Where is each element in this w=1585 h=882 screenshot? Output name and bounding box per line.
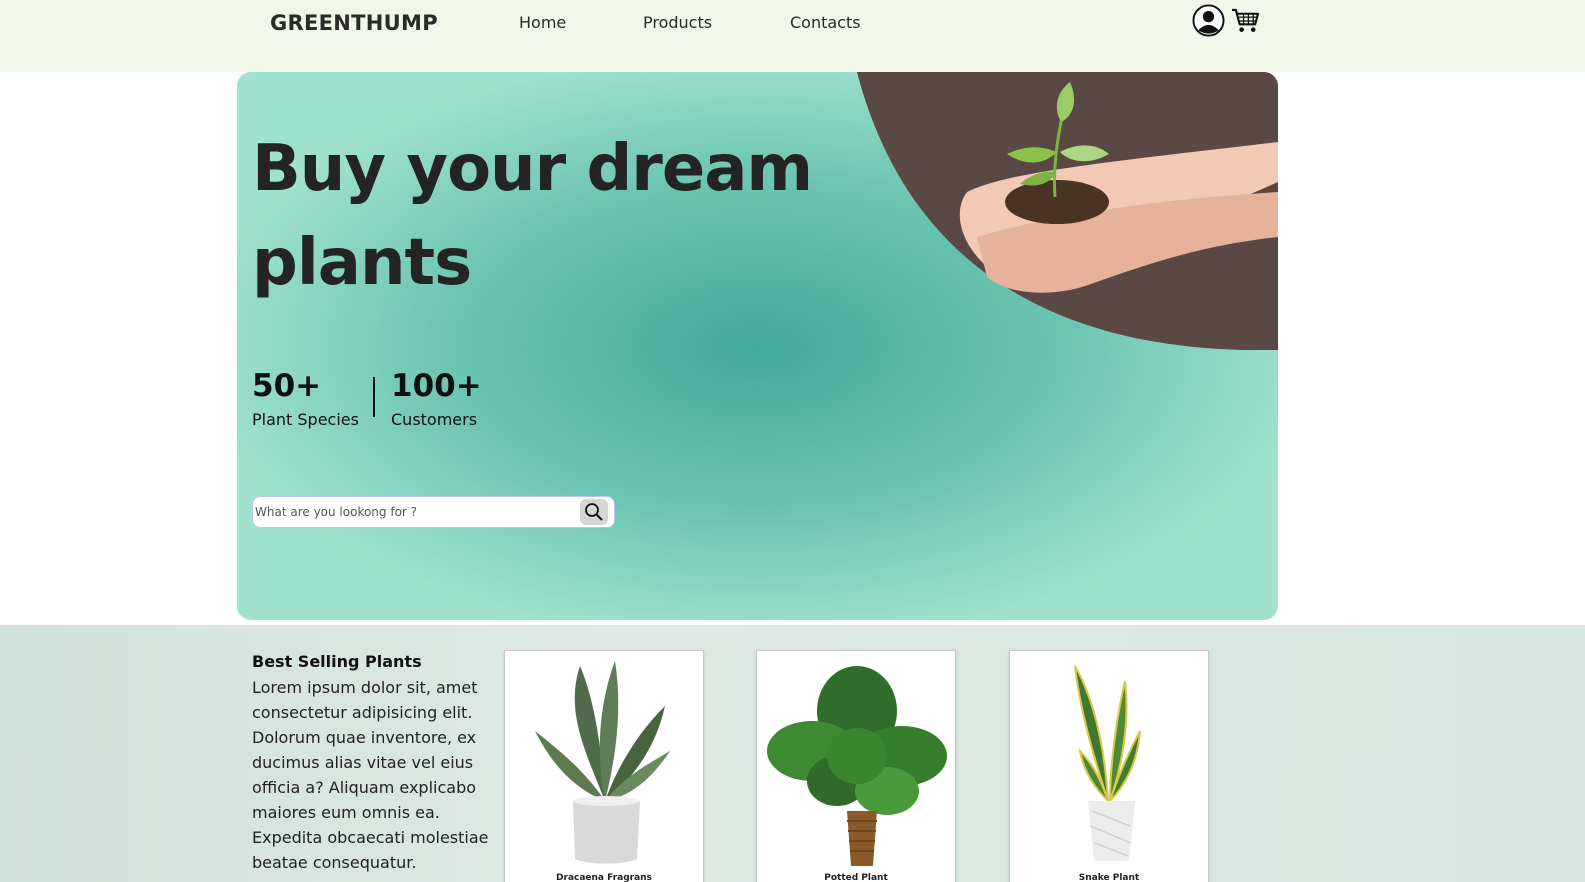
product-card[interactable]: Potted Plant: [756, 650, 956, 882]
stat-value: 50+: [252, 368, 322, 404]
stat-label: Customers: [391, 410, 478, 429]
product-card[interactable]: Snake Plant: [1009, 650, 1209, 882]
potted-leafy-plant-image: [767, 666, 947, 866]
best-selling-section: Best Selling Plants Lorem ipsum dolor si…: [0, 625, 1585, 882]
stat-customers: 100+ Customers: [391, 368, 482, 429]
top-navbar: GREENTHUMP Home Products Contacts: [0, 0, 1585, 72]
stat-divider: [373, 377, 375, 417]
nav-contacts[interactable]: Contacts: [790, 13, 861, 32]
brand-logo[interactable]: GREENTHUMP: [270, 11, 438, 35]
hero-plant-image: [857, 72, 1278, 350]
magnifier-icon: [585, 503, 603, 521]
user-account-icon[interactable]: [1192, 4, 1225, 37]
shopping-cart-icon[interactable]: [1231, 7, 1260, 34]
search-input[interactable]: [253, 497, 573, 527]
section-description: Lorem ipsum dolor sit, amet consectetur …: [252, 678, 489, 872]
product-name: Snake Plant: [1078, 873, 1140, 882]
search-bar: [252, 496, 615, 528]
hero-title: Buy your dream plants: [252, 132, 813, 300]
snake-plant-white-pot-image: [1074, 665, 1141, 861]
product-name: Dracaena Fragrans: [556, 873, 652, 882]
snake-plant-gray-pot-image: [535, 661, 670, 864]
stat-label: Plant Species: [252, 410, 359, 429]
nav-products[interactable]: Products: [643, 13, 712, 32]
stat-value: 100+: [391, 368, 482, 404]
product-card[interactable]: Dracaena Fragrans: [504, 650, 704, 882]
hero-banner: Buy your dream plants 50+ Plant Species …: [237, 72, 1278, 620]
product-name: Potted Plant: [824, 873, 888, 882]
nav-home[interactable]: Home: [519, 13, 566, 32]
stat-plant-species: 50+ Plant Species: [252, 368, 359, 429]
search-button[interactable]: [580, 499, 608, 525]
section-title: Best Selling Plants: [252, 652, 422, 671]
